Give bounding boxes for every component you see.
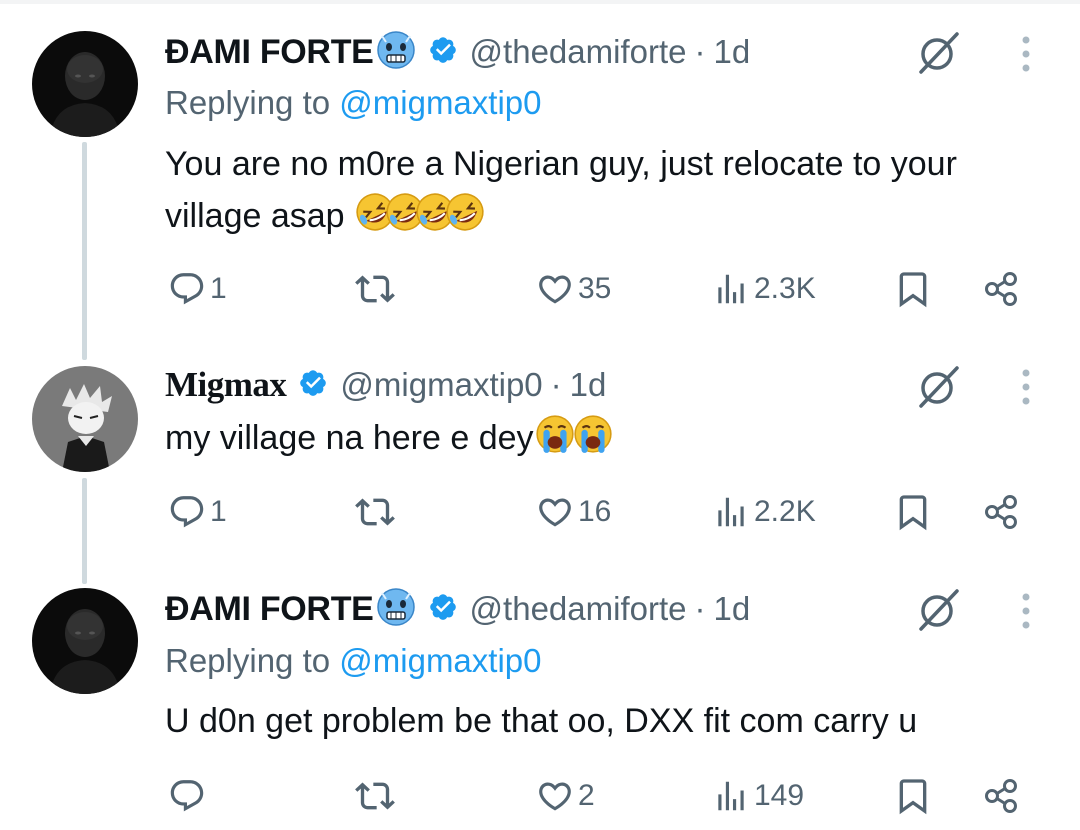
rofl-emoji-icon xyxy=(446,193,484,231)
like-count: 35 xyxy=(578,272,612,305)
action-bar: 1 35 2.3K xyxy=(0,265,1080,313)
like-button[interactable]: 16 xyxy=(536,488,611,536)
replying-handle-link[interactable]: @migmaxtip0 xyxy=(339,84,541,121)
like-count: 2 xyxy=(578,779,595,812)
reply-button[interactable] xyxy=(168,772,210,820)
display-name[interactable]: Migmax xyxy=(165,365,287,405)
tweet-text-line-1: my village na here e dey xyxy=(165,412,1065,464)
reply-button[interactable]: 1 xyxy=(168,265,227,313)
reply-icon xyxy=(170,496,204,528)
bookmark-button[interactable] xyxy=(893,772,933,820)
action-bar: 1 16 2.2K xyxy=(0,488,1080,536)
grok-icon[interactable] xyxy=(915,28,963,76)
display-name[interactable]: ĐAMI FORTE xyxy=(165,590,374,629)
share-button[interactable] xyxy=(982,488,1022,536)
grok-icon[interactable] xyxy=(915,362,963,410)
more-options-icon[interactable] xyxy=(1016,365,1036,409)
crying-face-emoji-icon xyxy=(573,415,612,453)
tweet-text: my village na here e dey xyxy=(165,412,1065,464)
reply-icon xyxy=(170,273,204,305)
action-bar: 2 149 xyxy=(0,772,1080,820)
heart-icon xyxy=(539,275,571,304)
share-button[interactable] xyxy=(982,265,1022,313)
crying-face-emoji-icon xyxy=(535,415,574,453)
replying-to: Replying to @migmaxtip0 xyxy=(165,84,542,122)
handle[interactable]: @thedamiforte xyxy=(470,590,687,628)
rofl-emoji-group xyxy=(354,191,486,233)
avatar[interactable] xyxy=(32,31,138,137)
reply-button[interactable]: 1 xyxy=(168,488,227,536)
more-options-icon[interactable] xyxy=(1016,589,1036,633)
verified-badge-icon xyxy=(298,368,328,403)
timestamp[interactable]: 1d xyxy=(713,33,750,71)
display-name[interactable]: ĐAMI FORTE xyxy=(165,33,374,72)
replying-to: Replying to @migmaxtip0 xyxy=(165,642,542,680)
tweet-text: You are no m0re a Nigerian guy, just rel… xyxy=(165,138,1065,242)
share-button[interactable] xyxy=(982,772,1022,820)
bookmark-icon xyxy=(899,495,927,531)
reply-icon xyxy=(170,780,204,812)
tweet-text-line: village asap xyxy=(165,197,345,235)
retweet-icon xyxy=(355,275,395,303)
views-button[interactable]: 2.3K xyxy=(712,265,816,313)
cold-face-emoji-icon xyxy=(376,587,416,632)
verified-badge-icon xyxy=(428,35,458,70)
heart-icon xyxy=(539,498,571,527)
verified-badge-icon xyxy=(428,592,458,627)
views-chart-icon xyxy=(718,274,744,304)
tweet-text-line: U d0n get problem be that oo, DXX fit co… xyxy=(165,702,918,740)
replying-prefix: Replying to xyxy=(165,642,340,679)
share-icon xyxy=(985,779,1017,813)
bookmark-icon xyxy=(899,272,927,308)
views-button[interactable]: 2.2K xyxy=(712,488,816,536)
timestamp[interactable]: 1d xyxy=(713,590,750,628)
share-icon xyxy=(985,495,1017,529)
crying-emoji-group xyxy=(534,413,614,455)
tweet-text-line: my village na here e dey xyxy=(165,419,534,457)
like-button[interactable]: 35 xyxy=(536,265,611,313)
tweet-text-line-2: village asap xyxy=(165,190,1065,242)
tweet-header: Migmax @migmaxtip0 · 1d xyxy=(165,363,606,407)
separator-dot: · xyxy=(550,366,562,403)
views-button[interactable]: 149 xyxy=(712,772,804,820)
tweet-text: U d0n get problem be that oo, DXX fit co… xyxy=(165,695,1065,747)
view-count: 2.3K xyxy=(754,272,816,305)
tweet-header: ĐAMI FORTE @thedamiforte · 1d xyxy=(165,30,750,74)
avatar[interactable] xyxy=(32,588,138,694)
like-count: 16 xyxy=(578,495,612,528)
retweet-button[interactable] xyxy=(355,772,399,820)
bookmark-button[interactable] xyxy=(893,265,933,313)
retweet-button[interactable] xyxy=(355,488,399,536)
avatar[interactable] xyxy=(32,366,138,472)
share-icon xyxy=(985,272,1017,306)
tweet[interactable]: Migmax @migmaxtip0 · 1d my village na he… xyxy=(0,340,1080,570)
more-options-icon[interactable] xyxy=(1016,32,1036,76)
retweet-icon xyxy=(355,498,395,526)
reply-count: 1 xyxy=(210,272,227,305)
tweet-header: ĐAMI FORTE @thedamiforte · 1d xyxy=(165,587,750,631)
separator-dot: · xyxy=(694,590,706,627)
tweet-text-line: You are no m0re a Nigerian guy, just rel… xyxy=(165,145,957,183)
bookmark-button[interactable] xyxy=(893,488,933,536)
cold-face-emoji-icon xyxy=(376,30,416,75)
timestamp[interactable]: 1d xyxy=(570,366,607,404)
views-chart-icon xyxy=(718,781,744,811)
handle[interactable]: @migmaxtip0 xyxy=(340,366,542,404)
retweet-icon xyxy=(355,782,395,810)
tweet[interactable]: ĐAMI FORTE @thedamiforte · 1d Replying t… xyxy=(0,0,1080,340)
reply-count: 1 xyxy=(210,495,227,528)
bookmark-icon xyxy=(899,779,927,815)
view-count: 149 xyxy=(754,779,805,812)
replying-prefix: Replying to xyxy=(165,84,340,121)
views-chart-icon xyxy=(718,497,744,527)
view-count: 2.2K xyxy=(754,495,816,528)
tweet[interactable]: ĐAMI FORTE @thedamiforte · 1d Replying t… xyxy=(0,570,1080,830)
separator-dot: · xyxy=(694,33,706,70)
retweet-button[interactable] xyxy=(355,265,399,313)
grok-icon[interactable] xyxy=(915,585,963,633)
handle[interactable]: @thedamiforte xyxy=(470,33,687,71)
like-button[interactable]: 2 xyxy=(536,772,595,820)
replying-handle-link[interactable]: @migmaxtip0 xyxy=(339,642,541,679)
heart-icon xyxy=(539,782,571,811)
